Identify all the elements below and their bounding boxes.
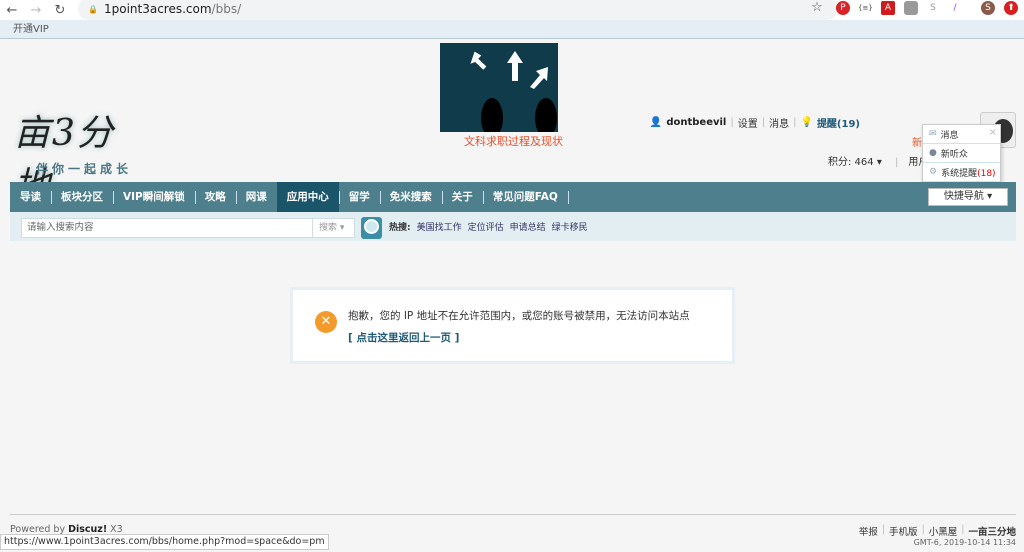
nav-item[interactable]: VIP瞬间解锁: [113, 182, 196, 212]
gear-icon: ⚙: [929, 167, 938, 177]
url-host: 1point3acres.com: [103, 2, 212, 16]
nav-item[interactable]: 板块分区: [51, 182, 114, 212]
nav-item[interactable]: 攻略: [195, 182, 237, 212]
nav-item[interactable]: 免米搜索: [380, 182, 443, 212]
error-icon: ✕: [315, 311, 337, 333]
search-button[interactable]: [361, 217, 382, 239]
footer-divider: [10, 514, 1016, 515]
error-text: 抱歉，您的 IP 地址不在允许范围内，或您的账号被禁用，无法访问本站点: [348, 310, 690, 322]
main-nav: 导读 板块分区 VIP瞬间解锁 攻略 网课 应用中心 留学 免米搜索 关于 常见…: [10, 182, 1016, 212]
top-bar: 开通VIP: [0, 20, 1024, 39]
quick-nav-button[interactable]: 快捷导航 ▾: [928, 188, 1008, 206]
popup-label: 系统提醒: [941, 168, 978, 179]
site-link[interactable]: 一亩三分地: [968, 524, 1016, 538]
caret-down-icon: ▾: [987, 191, 993, 202]
hot-link[interactable]: 美国找工作: [417, 220, 462, 233]
nav-item-active[interactable]: 应用中心: [276, 182, 340, 212]
pen-icon[interactable]: /: [948, 1, 962, 15]
nav-item[interactable]: 导读: [10, 182, 52, 212]
star-icon[interactable]: ☆: [805, 0, 829, 15]
address-bar[interactable]: 🔒 1point3acres.com/bbs/: [78, 0, 838, 20]
link-icon[interactable]: S: [926, 1, 940, 15]
popup-label: 新听众: [940, 149, 968, 160]
back-link[interactable]: [ 点击这里返回上一页 ]: [348, 330, 459, 345]
popup-label: 消息: [940, 130, 959, 141]
mail-icon: ✉: [929, 129, 937, 139]
mobile-link[interactable]: 手机版: [889, 524, 918, 538]
footer-links: 举报 | 手机版 | 小黑屋 | 一亩三分地: [858, 524, 1016, 538]
hot-link[interactable]: 绿卡移民: [552, 220, 588, 233]
report-link[interactable]: 举报: [859, 524, 878, 538]
hot-link[interactable]: 定位评估: [468, 220, 504, 233]
hot-searches: 热搜: 美国找工作 定位评估 申请总结 绿卡移民: [389, 220, 588, 233]
reload-icon[interactable]: ↻: [48, 3, 72, 18]
nav-item[interactable]: 关于: [442, 182, 484, 212]
forward-icon[interactable]: →: [24, 3, 48, 18]
banner-image[interactable]: [440, 43, 558, 132]
error-message-box: ✕ 抱歉，您的 IP 地址不在允许范围内，或您的账号被禁用，无法访问本站点 [ …: [290, 287, 735, 364]
search-type-label: 搜索: [319, 223, 338, 233]
pinterest-icon[interactable]: P: [836, 1, 850, 15]
username-link[interactable]: dontbeevil: [666, 117, 726, 128]
nav-item[interactable]: 留学: [339, 182, 381, 212]
reminder-popup: × ✉ 消息 ● 新听众 ⚙ 系统提醒(18): [922, 124, 1001, 185]
reminders-link[interactable]: 提醒(19): [817, 115, 860, 130]
blackroom-link[interactable]: 小黑屋: [929, 524, 958, 538]
logo-slogan: 伴你一起成长: [36, 162, 133, 176]
close-icon[interactable]: ×: [989, 127, 997, 138]
search-input[interactable]: 请输入搜索内容: [21, 218, 313, 238]
popup-item-system[interactable]: ⚙ 系统提醒(18): [923, 163, 1000, 182]
nav-item[interactable]: 网课: [236, 182, 278, 212]
status-bar-url: https://www.1point3acres.com/bbs/home.ph…: [0, 534, 329, 550]
search-type-select[interactable]: 搜索 ▾: [312, 218, 355, 238]
bulb-icon: 💡: [800, 117, 813, 128]
back-icon[interactable]: ←: [0, 3, 24, 18]
user-icon: 👤: [649, 117, 663, 128]
profile-avatar[interactable]: S: [981, 1, 995, 15]
browser-toolbar: ← → ↻ 🔒 1point3acres.com/bbs/ ☆ P {≡} A S…: [0, 0, 1024, 20]
vip-link[interactable]: 开通VIP: [13, 24, 49, 35]
hot-label: 热搜:: [389, 223, 411, 233]
person-icon: ●: [929, 148, 937, 158]
server-time: GMT-6, 2019-10-14 11:34: [913, 538, 1016, 547]
lock-icon: 🔒: [88, 4, 98, 14]
popup-count: (18): [977, 168, 996, 179]
popup-item-followers[interactable]: ● 新听众: [923, 144, 1000, 163]
user-menu: 👤 dontbeevil | 设置 | 消息 | 💡 提醒(19): [649, 115, 860, 130]
messages-link[interactable]: 消息: [769, 115, 789, 130]
url-path: /bbs/: [211, 2, 242, 16]
quick-nav-label: 快捷导航: [943, 191, 984, 202]
nav-item[interactable]: 常见问题FAQ: [483, 182, 569, 212]
cube-icon[interactable]: [904, 1, 918, 15]
upload-icon[interactable]: ⬆: [1004, 1, 1018, 15]
banner-caption[interactable]: 文科求职过程及现状: [440, 133, 585, 149]
hot-link[interactable]: 申请总结: [510, 220, 546, 233]
site-logo[interactable]: 亩3分地 伴你一起成长: [14, 104, 150, 206]
acrobat-icon[interactable]: A: [881, 1, 895, 15]
new-link[interactable]: 新: [912, 134, 922, 149]
json-icon[interactable]: {≡}: [858, 1, 873, 15]
settings-link[interactable]: 设置: [738, 115, 758, 130]
search-bar: 请输入搜索内容 搜索 ▾ 热搜: 美国找工作 定位评估 申请总结 绿卡移民: [10, 212, 1016, 241]
credits-text: 积分: 464: [828, 157, 874, 168]
